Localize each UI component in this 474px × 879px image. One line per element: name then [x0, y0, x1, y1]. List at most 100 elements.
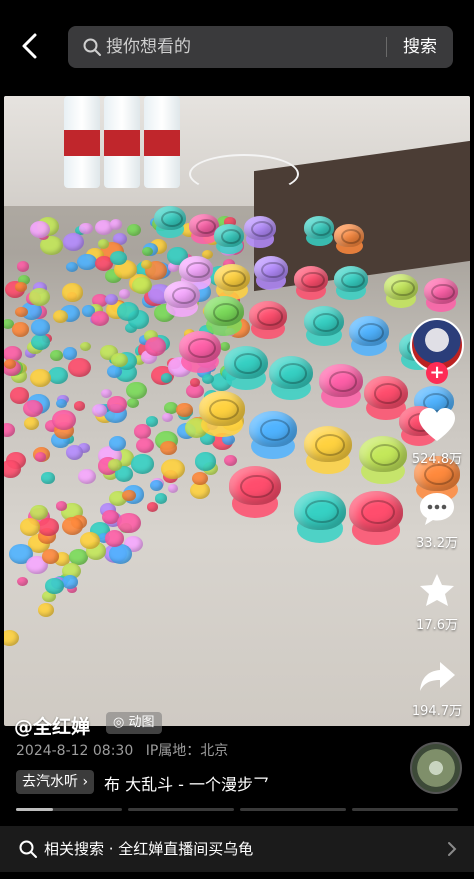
video-cable [189, 154, 299, 194]
toy-turtle-shell [319, 364, 363, 397]
toy-candy [131, 276, 152, 294]
toy-turtle-shell [334, 266, 368, 292]
search-input[interactable] [106, 26, 386, 68]
toy-candy [16, 576, 28, 587]
post-location: IP属地：北京 [145, 743, 229, 759]
video-bottles [64, 96, 184, 188]
toy-candy [50, 349, 64, 361]
toy-turtle-shell [304, 306, 344, 336]
music-app-label: 去汽水听 [22, 774, 78, 790]
toy-candy [144, 337, 167, 356]
toy-candy [150, 479, 164, 491]
toy-candy [61, 283, 84, 302]
progress-segment [128, 808, 234, 811]
toy-turtle-shell [229, 466, 281, 505]
toy-turtle-shell [294, 266, 328, 292]
toy-candy [15, 307, 28, 318]
chevron-right-icon: › [82, 774, 89, 790]
toy-candy [29, 288, 51, 307]
share-button[interactable]: 194.7万 [404, 658, 470, 719]
toy-candy [77, 253, 97, 271]
follow-button[interactable]: + [426, 362, 448, 384]
toy-candy [162, 412, 174, 422]
toy-candy [79, 341, 91, 351]
toy-candy [90, 310, 109, 327]
toy-candy [219, 342, 231, 352]
author-name[interactable]: @全红婵 [14, 712, 90, 739]
progress-segment [352, 808, 458, 811]
progress-fill [16, 808, 54, 811]
video-progress[interactable] [16, 808, 458, 811]
toy-candy [161, 458, 185, 479]
toy-candy [68, 358, 91, 378]
toy-candy [4, 422, 16, 437]
toy-candy [122, 489, 136, 502]
music-app-link[interactable]: 去汽水听 › [16, 770, 95, 794]
toy-candy [63, 233, 85, 251]
toy-candy [104, 293, 118, 306]
search-button[interactable]: 搜索 [403, 26, 437, 68]
toy-turtle-shell [304, 216, 334, 239]
search-divider [386, 37, 387, 57]
toy-turtle-shell [349, 316, 389, 346]
toy-candy [126, 381, 148, 400]
toy-turtle-shell [349, 491, 403, 532]
toy-candy [135, 437, 155, 454]
like-button[interactable]: 524.8万 [404, 406, 470, 467]
toy-candy [4, 460, 21, 478]
back-arrow-icon[interactable] [16, 30, 44, 62]
comment-button[interactable]: 33.2万 [404, 490, 470, 551]
search-box[interactable]: 搜索 [68, 26, 453, 68]
toy-candy [61, 516, 84, 535]
progress-segment [240, 808, 346, 811]
related-search-bar[interactable]: 相关搜索 · 全红婵直播间买乌龟 [0, 826, 474, 872]
toy-turtle-shell [179, 256, 213, 282]
toy-candy [30, 318, 51, 336]
toy-candy [141, 246, 153, 257]
toy-candy [79, 222, 93, 235]
toy-candy [91, 403, 107, 417]
toy-candy [126, 223, 142, 237]
toy-candy [38, 518, 59, 536]
progress-segment [16, 808, 122, 811]
video-player[interactable] [4, 96, 470, 726]
toy-candy [131, 454, 155, 474]
share-arrow-icon [420, 662, 455, 691]
toy-candy [192, 471, 208, 485]
toy-turtle-shell [254, 256, 288, 282]
toy-candy [23, 416, 40, 431]
toy-candy [104, 530, 124, 547]
top-bar: 搜索 [0, 0, 474, 96]
toy-turtle-shell [204, 296, 244, 326]
toy-turtle-shell [199, 391, 245, 426]
toy-candy [48, 367, 69, 384]
toy-candy [31, 334, 51, 351]
like-count: 524.8万 [411, 452, 463, 467]
toy-candy [4, 358, 16, 370]
toy-turtle-shell [164, 281, 200, 308]
favorite-button[interactable]: 17.6万 [404, 572, 470, 633]
toy-candy [52, 309, 69, 323]
toy-turtle-shell [179, 331, 221, 363]
share-count: 194.7万 [411, 704, 463, 719]
toy-candy [61, 574, 78, 589]
toy-turtle-shell [249, 301, 287, 330]
toy-candy [19, 518, 41, 536]
toy-candy [108, 436, 126, 451]
toy-candy [201, 374, 214, 385]
comment-count: 33.2万 [416, 536, 458, 551]
post-meta: 2024-8-12 08:30 IP属地：北京 [16, 740, 228, 760]
music-title[interactable]: 布 大乱斗 - 一个漫步乛 [104, 771, 269, 795]
toy-turtle-shell [269, 356, 313, 389]
gif-icon: ◎ [113, 715, 129, 730]
toy-candy [74, 401, 86, 411]
toy-candy [141, 260, 152, 269]
media-tag-label: 动图 [128, 715, 155, 730]
music-disc[interactable] [410, 742, 462, 794]
toy-turtle-shell [214, 224, 244, 247]
toy-candy [66, 261, 79, 272]
comment-icon [420, 493, 454, 525]
heart-icon [419, 408, 455, 441]
toy-candy [110, 250, 127, 265]
toy-candy [4, 630, 19, 647]
